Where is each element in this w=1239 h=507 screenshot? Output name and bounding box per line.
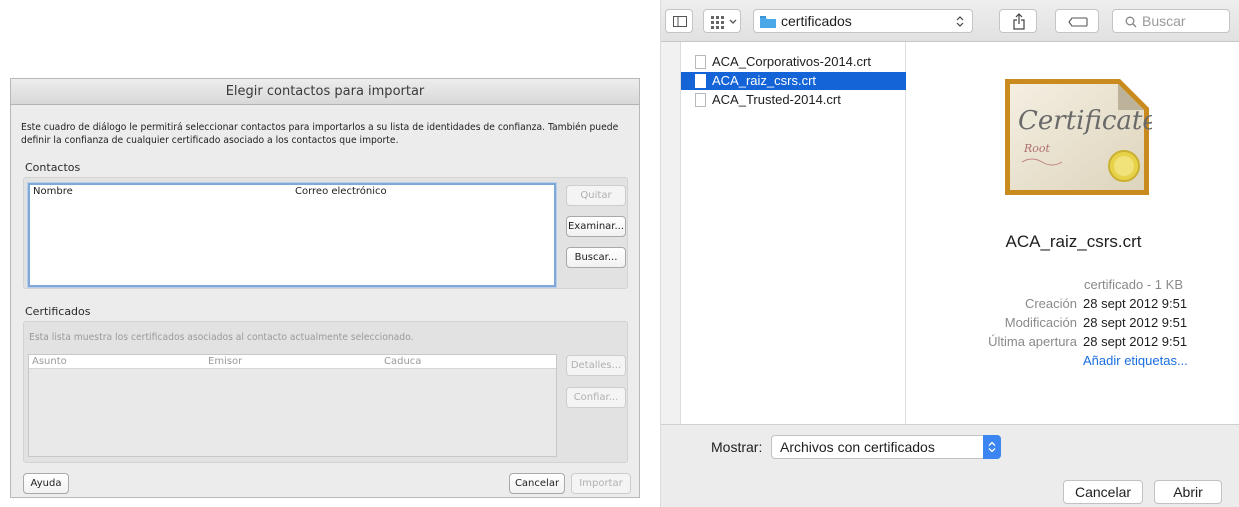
- document-icon: [695, 74, 706, 88]
- thumbnail-title: Certificate: [1018, 106, 1152, 136]
- share-icon: [1013, 13, 1025, 30]
- file-row[interactable]: ACA_Corporativos-2014.crt: [681, 53, 906, 71]
- help-button[interactable]: Ayuda: [23, 473, 69, 494]
- file-kind: certificado - 1 KB: [1084, 277, 1183, 292]
- column-header-expires[interactable]: Caduca: [381, 355, 556, 369]
- preview-file-name: ACA_raiz_csrs.crt: [1005, 232, 1142, 251]
- contacts-group: Nombre Correo electrónico Quitar Examina…: [23, 177, 628, 289]
- grid-view-icon: [711, 16, 724, 29]
- opened-value: 28 sept 2012 9:51: [1083, 334, 1188, 349]
- certificates-section-label: Certificados: [25, 305, 91, 318]
- file-list[interactable]: ACA_Corporativos-2014.crt ACA_raiz_csrs.…: [681, 42, 906, 424]
- file-preview: Certificate Root ACA_raiz_csrs.crt certi…: [907, 42, 1239, 424]
- search-button[interactable]: Buscar...: [566, 247, 626, 268]
- column-header-subject[interactable]: Asunto: [29, 355, 205, 369]
- column-header-issuer[interactable]: Emisor: [205, 355, 381, 369]
- created-value: 28 sept 2012 9:51: [1083, 296, 1188, 311]
- file-name: ACA_Corporativos-2014.crt: [712, 54, 871, 69]
- opened-label: Última apertura: [988, 334, 1077, 349]
- view-mode-button[interactable]: [703, 9, 741, 33]
- sidebar: [661, 42, 681, 424]
- chevron-down-icon: [729, 19, 737, 24]
- certificate-thumbnail-icon: Certificate Root: [1005, 79, 1152, 195]
- filter-value: Archivos con certificados: [780, 439, 935, 455]
- details-button[interactable]: Detalles...: [566, 355, 626, 376]
- file-chooser-window: certificados Buscar ACA_Corporativos-201…: [660, 0, 1239, 507]
- created-label: Creación: [1024, 296, 1077, 311]
- sidebar-toggle-button[interactable]: [665, 9, 693, 33]
- file-name: ACA_raiz_csrs.crt: [712, 73, 817, 88]
- modified-value: 28 sept 2012 9:51: [1083, 315, 1188, 330]
- column-header-email[interactable]: Correo electrónico: [292, 185, 554, 199]
- tag-button[interactable]: [1055, 9, 1099, 33]
- certificates-list[interactable]: Asunto Emisor Caduca: [28, 354, 557, 457]
- contacts-section-label: Contactos: [25, 161, 81, 174]
- add-tags-link[interactable]: Añadir etiquetas...: [1083, 353, 1188, 368]
- updown-arrows-icon: [956, 16, 964, 27]
- file-row[interactable]: ACA_Trusted-2014.crt: [681, 91, 906, 109]
- sidebar-icon: [673, 16, 687, 27]
- tag-icon: [1068, 17, 1088, 27]
- column-header-name[interactable]: Nombre: [30, 185, 292, 199]
- file-type-filter-select[interactable]: Archivos con certificados: [771, 435, 1001, 459]
- certificates-group: Esta lista muestra los certificados asoc…: [23, 321, 628, 463]
- certificates-hint: Esta lista muestra los certificados asoc…: [29, 332, 414, 343]
- location-label: certificados: [781, 13, 852, 29]
- cancel-button[interactable]: Cancelar: [509, 473, 565, 494]
- browse-button[interactable]: Examinar...: [566, 216, 626, 237]
- location-popup[interactable]: certificados: [753, 9, 973, 33]
- modified-label: Modificación: [1004, 315, 1077, 330]
- folder-icon: [760, 16, 776, 28]
- search-field[interactable]: Buscar: [1112, 9, 1230, 33]
- dialog-title: Elegir contactos para importar: [11, 79, 639, 105]
- file-name: ACA_Trusted-2014.crt: [712, 92, 841, 107]
- bottom-bar: Mostrar: Archivos con certificados Cance…: [661, 424, 1239, 507]
- updown-arrows-icon: [983, 435, 1001, 459]
- contacts-list[interactable]: Nombre Correo electrónico: [28, 183, 556, 287]
- dialog-description: Este cuadro de diálogo le permitirá sele…: [21, 122, 619, 146]
- import-button[interactable]: Importar: [571, 473, 631, 494]
- thumbnail-subtitle: Root: [1023, 142, 1051, 155]
- trust-button[interactable]: Confiar...: [566, 387, 626, 408]
- search-placeholder: Buscar: [1142, 13, 1186, 29]
- import-contacts-dialog: Elegir contactos para importar Este cuad…: [10, 78, 640, 498]
- toolbar: certificados Buscar: [661, 0, 1239, 42]
- show-label: Mostrar:: [711, 439, 763, 455]
- search-icon: [1125, 16, 1137, 28]
- remove-button[interactable]: Quitar: [566, 185, 626, 206]
- file-row-selected[interactable]: ACA_raiz_csrs.crt: [681, 72, 906, 90]
- share-button[interactable]: [999, 9, 1037, 33]
- open-button[interactable]: Abrir: [1154, 480, 1222, 504]
- document-icon: [695, 93, 706, 107]
- cancel-button[interactable]: Cancelar: [1063, 480, 1143, 504]
- document-icon: [695, 55, 706, 69]
